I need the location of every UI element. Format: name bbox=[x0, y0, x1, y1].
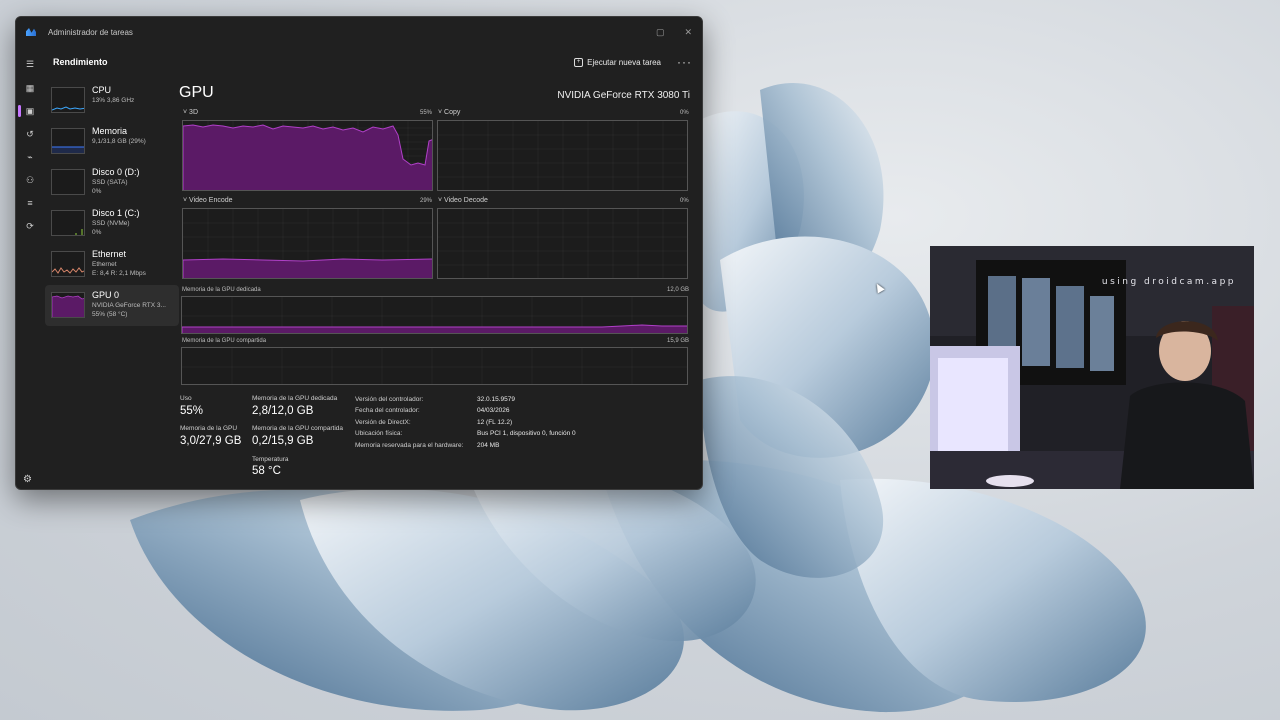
device-item-cpu[interactable]: CPU 13% 3,86 GHz bbox=[45, 80, 179, 121]
device-detail: SSD (SATA) bbox=[92, 179, 128, 186]
driver-version-value: 32.0.15.9579 bbox=[477, 396, 515, 403]
dedicated-label: Memoria de la GPU dedicada bbox=[252, 395, 338, 402]
engine-encode-dropdown[interactable]: ˅ Video Encode bbox=[183, 197, 233, 204]
gpu-memory-label: Memoria de la GPU bbox=[180, 425, 238, 432]
device-usage: 55% (58 °C) bbox=[92, 311, 128, 318]
directx-value: 12 (FL 12.2) bbox=[477, 419, 513, 426]
device-item-gpu-0[interactable]: GPU 0 NVIDIA GeForce RTX 3... 55% (58 °C… bbox=[45, 285, 179, 326]
engine-label: Video Encode bbox=[189, 197, 233, 204]
usage-value: 55% bbox=[180, 405, 204, 417]
shared-value: 0,2/15,9 GB bbox=[252, 435, 314, 447]
history-icon[interactable]: ↺ bbox=[23, 127, 37, 141]
engine-decode-dropdown[interactable]: ˅ Video Decode bbox=[438, 197, 488, 204]
engine-3d-graph bbox=[182, 120, 433, 191]
run-new-task-button[interactable]: + Ejecutar nueva tarea bbox=[574, 57, 661, 67]
shared-memory-graph bbox=[181, 347, 688, 385]
location-value: Bus PCI 1, dispositivo 0, función 0 bbox=[477, 430, 576, 437]
hamburger-icon[interactable]: ☰ bbox=[23, 57, 37, 71]
engine-decode-value: 0% bbox=[680, 198, 689, 204]
settings-gear-icon[interactable]: ⚙ bbox=[23, 474, 32, 485]
maximize-button[interactable]: ▢ bbox=[656, 27, 665, 38]
disk1-thumbnail bbox=[51, 210, 85, 236]
engine-label: Video Decode bbox=[444, 197, 488, 204]
startup-icon[interactable]: ⌁ bbox=[23, 150, 37, 164]
directx-key: Versión de DirectX: bbox=[355, 419, 411, 426]
device-usage: 0% bbox=[92, 188, 102, 195]
location-key: Ubicación física: bbox=[355, 430, 403, 437]
run-task-icon: + bbox=[574, 57, 584, 67]
device-detail: SSD (NVMe) bbox=[92, 220, 130, 227]
services-icon[interactable]: ⟳ bbox=[23, 219, 37, 233]
device-usage: E: 8,4 R: 2,1 Mbps bbox=[92, 270, 146, 277]
engine-decode-graph bbox=[437, 208, 688, 279]
task-manager-app-icon bbox=[26, 28, 36, 36]
temperature-value: 58 °C bbox=[252, 465, 281, 477]
shared-memory-max: 15,9 GB bbox=[667, 338, 690, 344]
nav-rail: ☰ ▦ ▣ ↺ ⌁ ⚇ ≡ ⟳ bbox=[16, 47, 44, 489]
ethernet-thumbnail bbox=[51, 251, 85, 277]
cpu-thumbnail bbox=[51, 87, 85, 113]
performance-icon[interactable]: ▣ bbox=[23, 104, 37, 118]
details-icon[interactable]: ≡ bbox=[23, 196, 37, 210]
more-options-button[interactable]: ··· bbox=[677, 55, 692, 69]
dedicated-memory-label: Memoria de la GPU dedicada bbox=[182, 287, 261, 293]
engine-copy-value: 0% bbox=[680, 110, 689, 116]
shared-label: Memoria de la GPU compartida bbox=[252, 425, 344, 432]
engine-copy-graph bbox=[437, 120, 688, 191]
window-title: Administrador de tareas bbox=[48, 27, 133, 37]
engine-encode-graph bbox=[182, 208, 433, 279]
device-name: Disco 0 (D:) bbox=[92, 167, 140, 177]
engine-copy-dropdown[interactable]: ˅ Copy bbox=[438, 109, 460, 116]
page-title: Rendimiento bbox=[53, 57, 108, 67]
close-button[interactable]: ✕ bbox=[684, 27, 692, 38]
usage-label: Uso bbox=[180, 395, 192, 402]
device-name: Memoria bbox=[92, 126, 128, 136]
device-detail: 9,1/31,8 GB (29%) bbox=[92, 138, 146, 145]
title-bar: Administrador de tareas ▢ ✕ bbox=[16, 17, 702, 47]
device-item-memory[interactable]: Memoria 9,1/31,8 GB (29%) bbox=[45, 121, 179, 162]
driver-date-key: Fecha del controlador: bbox=[355, 407, 420, 414]
users-icon[interactable]: ⚇ bbox=[23, 173, 37, 187]
gpu-memory-value: 3,0/27,9 GB bbox=[180, 435, 242, 447]
temperature-label: Temperatura bbox=[252, 456, 289, 463]
device-item-ethernet[interactable]: Ethernet Ethernet E: 8,4 R: 2,1 Mbps bbox=[45, 244, 179, 285]
engine-encode-value: 29% bbox=[420, 198, 433, 204]
run-task-label: Ejecutar nueva tarea bbox=[587, 57, 661, 67]
device-item-disk-0[interactable]: Disco 0 (D:) SSD (SATA) 0% bbox=[45, 162, 179, 203]
shared-memory-label: Memoria de la GPU compartida bbox=[182, 338, 267, 344]
page-header: Rendimiento + Ejecutar nueva tarea ··· bbox=[44, 47, 702, 77]
driver-version-key: Versión del controlador: bbox=[355, 396, 424, 403]
gpu-model: NVIDIA GeForce RTX 3080 Ti bbox=[557, 90, 690, 101]
processes-icon[interactable]: ▦ bbox=[23, 81, 37, 95]
device-detail: NVIDIA GeForce RTX 3... bbox=[92, 302, 166, 309]
device-usage: 0% bbox=[92, 229, 102, 236]
device-item-disk-1[interactable]: Disco 1 (C:) SSD (NVMe) 0% bbox=[45, 203, 179, 244]
device-name: Ethernet bbox=[92, 249, 127, 259]
memory-thumbnail bbox=[51, 128, 85, 154]
device-list: CPU 13% 3,86 GHz Memoria 9,1/31,8 GB (29… bbox=[45, 80, 179, 326]
gpu-thumbnail bbox=[51, 292, 85, 318]
engine-label: 3D bbox=[189, 109, 198, 116]
engine-label: Copy bbox=[444, 109, 461, 116]
engine-3d-value: 55% bbox=[420, 110, 433, 116]
dedicated-value: 2,8/12,0 GB bbox=[252, 405, 314, 417]
disk0-thumbnail bbox=[51, 169, 85, 195]
device-name: Disco 1 (C:) bbox=[92, 208, 140, 218]
reserved-memory-value: 204 MB bbox=[477, 442, 500, 449]
device-name: CPU bbox=[92, 85, 112, 95]
engine-3d-dropdown[interactable]: ˅ 3D bbox=[183, 109, 198, 116]
gpu-title: GPU bbox=[179, 84, 214, 101]
dedicated-memory-graph bbox=[181, 296, 688, 334]
selected-indicator bbox=[18, 105, 21, 117]
dedicated-memory-max: 12,0 GB bbox=[667, 287, 690, 293]
device-detail: 13% 3,86 GHz bbox=[92, 97, 135, 104]
device-name: GPU 0 bbox=[92, 290, 120, 300]
webcam-overlay: using droidcam.app bbox=[930, 246, 1254, 489]
device-detail: Ethernet bbox=[92, 261, 117, 268]
driver-date-value: 04/03/2026 bbox=[477, 407, 510, 414]
reserved-memory-key: Memoria reservada para el hardware: bbox=[355, 442, 464, 449]
webcam-watermark: using droidcam.app bbox=[1101, 277, 1236, 287]
